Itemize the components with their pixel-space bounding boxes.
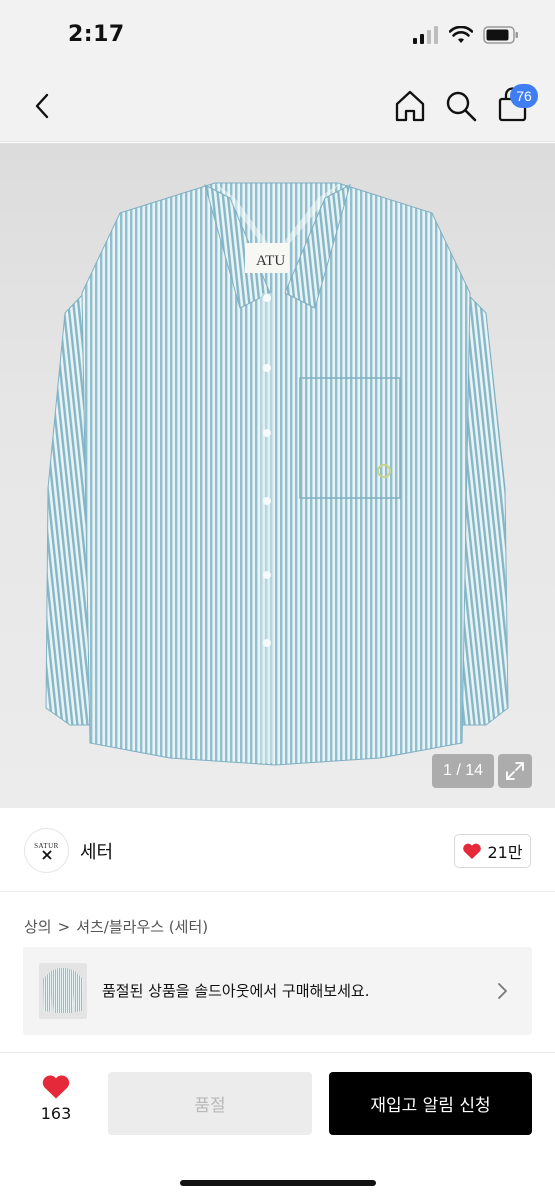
cellular-signal-icon: [413, 26, 438, 44]
wifi-icon: [449, 26, 473, 43]
home-button[interactable]: [392, 88, 428, 124]
breadcrumb: 상의 > 셔츠/블라우스 (세터): [24, 916, 208, 937]
brand-name[interactable]: 세터: [80, 838, 113, 864]
brand-like-count: 21만: [487, 843, 523, 862]
crossed-logo-icon: [41, 849, 52, 860]
brand-logo[interactable]: SATUR: [24, 828, 69, 873]
restock-alert-button[interactable]: 재입고 알림 신청: [329, 1072, 532, 1135]
banner-text: 품절된 상품을 솔드아웃에서 구매해보세요.: [102, 982, 370, 1000]
status-icons: [413, 26, 519, 44]
back-button[interactable]: [24, 88, 60, 124]
breadcrumb-level1[interactable]: 상의: [24, 916, 52, 937]
product-image: ATU: [45, 182, 509, 766]
search-button[interactable]: [443, 88, 479, 124]
bottom-action-bar: 163 품절 재입고 알림 신청: [0, 1052, 555, 1200]
heart-icon: [42, 1075, 70, 1099]
status-bar: 2:17: [0, 0, 555, 72]
banner-product-thumbnail: [39, 963, 87, 1019]
breadcrumb-level2[interactable]: 셔츠/블라우스 (세터): [76, 916, 208, 937]
product-image-gallery[interactable]: ATU: [0, 143, 555, 808]
brand-like-button[interactable]: 21만: [454, 834, 531, 868]
breadcrumb-separator: >: [57, 917, 71, 936]
cart-count-badge: 76: [510, 84, 538, 108]
home-indicator: [180, 1180, 376, 1186]
status-time: 2:17: [68, 22, 125, 47]
expand-image-button[interactable]: [498, 754, 532, 788]
expand-icon: [506, 762, 524, 780]
wishlist-count: 163: [40, 1104, 72, 1123]
chevron-right-icon: [498, 983, 507, 999]
back-icon: [35, 93, 49, 119]
brand-row: SATUR 세터 21만: [0, 808, 555, 892]
heart-icon: [463, 843, 482, 859]
soldout-button: 품절: [108, 1072, 312, 1135]
wishlist-button[interactable]: 163: [30, 1073, 82, 1133]
image-counter: 1 / 14: [432, 754, 494, 788]
search-icon: [446, 91, 477, 122]
brand-logo-text: SATUR: [34, 841, 59, 850]
battery-icon: [483, 26, 518, 44]
top-nav-bar: [0, 72, 555, 142]
shirt-label-text: ATU: [256, 253, 285, 269]
home-icon: [395, 90, 425, 122]
soldout-promo-banner[interactable]: 품절된 상품을 솔드아웃에서 구매해보세요.: [23, 947, 532, 1035]
